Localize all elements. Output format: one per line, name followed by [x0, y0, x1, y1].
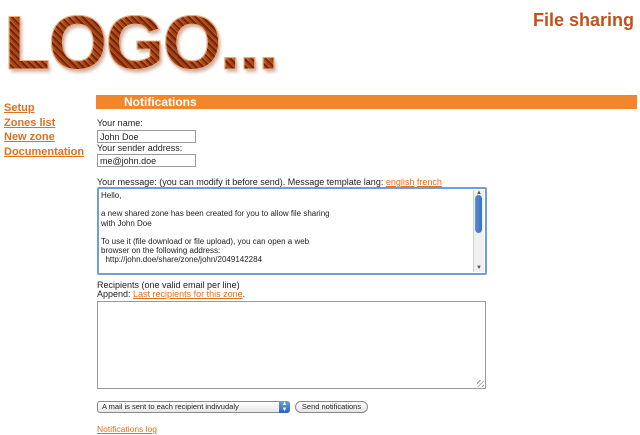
- lang-french-link[interactable]: french: [417, 177, 442, 187]
- message-text[interactable]: Hello, a new shared zone has been create…: [101, 191, 471, 271]
- scroll-down-icon[interactable]: ▼: [474, 265, 484, 272]
- scroll-thumb[interactable]: [475, 195, 482, 233]
- message-label: Your message: (you can modify it before …: [97, 177, 442, 187]
- name-input[interactable]: [97, 130, 196, 143]
- select-arrows-icon: ▲ ▼: [279, 401, 290, 413]
- logo: LOGO...: [4, 1, 280, 86]
- sender-label: Your sender address:: [97, 143, 183, 153]
- message-label-text: Your message: (you can modify it before …: [97, 177, 384, 187]
- sender-address-input[interactable]: [97, 154, 196, 167]
- send-mode-value: A mail is sent to each recipient indivud…: [102, 402, 239, 411]
- send-mode-select[interactable]: A mail is sent to each recipient indivud…: [97, 401, 290, 413]
- last-recipients-link[interactable]: Last recipients for this zone: [133, 289, 243, 299]
- recipients-textarea[interactable]: [97, 301, 486, 389]
- notifications-log-link[interactable]: Notifications log: [97, 424, 157, 434]
- section-header: Notifications: [96, 95, 637, 109]
- message-scrollbar[interactable]: ▲ ▼: [473, 190, 484, 272]
- sidebar-item-new-zone[interactable]: New zone: [4, 130, 94, 145]
- app-title: File sharing: [532, 10, 634, 30]
- append-suffix: .: [242, 289, 246, 299]
- lang-english-link[interactable]: english: [386, 177, 415, 187]
- sidebar-item-zones-list[interactable]: Zones list: [4, 116, 94, 131]
- resize-grip-icon[interactable]: [477, 380, 484, 387]
- append-label: Append:: [97, 289, 131, 299]
- sidebar-item-setup[interactable]: Setup: [4, 101, 94, 116]
- name-label: Your name:: [97, 118, 143, 128]
- sidebar-item-documentation[interactable]: Documentation: [4, 145, 94, 160]
- send-notifications-button[interactable]: Send notifications: [295, 401, 368, 413]
- message-textarea[interactable]: Hello, a new shared zone has been create…: [97, 187, 487, 275]
- sidebar-nav: Setup Zones list New zone Documentation: [4, 101, 94, 159]
- append-row: Append: Last recipients for this zone.: [97, 289, 245, 299]
